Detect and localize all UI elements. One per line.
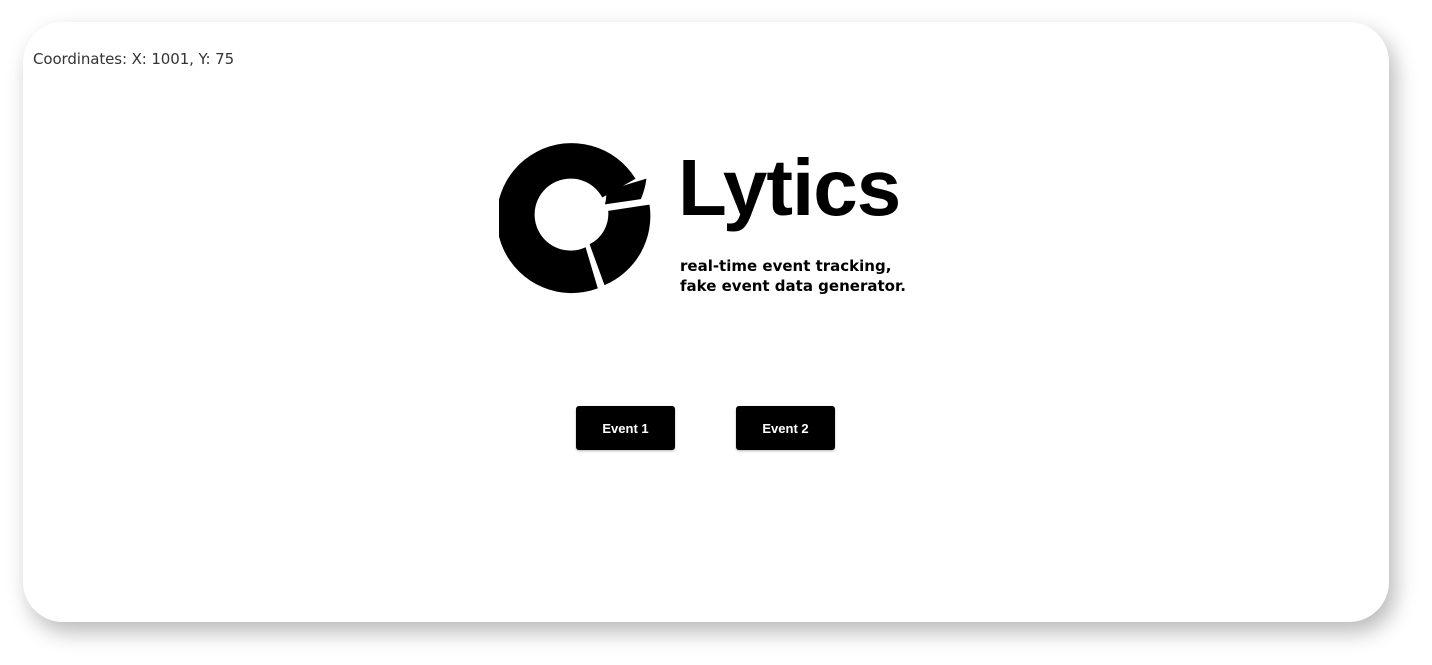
tagline-line-2: fake event data generator. (680, 277, 906, 295)
donut-chart-icon (499, 143, 651, 294)
event-2-button[interactable]: Event 2 (736, 406, 835, 450)
event-1-button[interactable]: Event 1 (576, 406, 675, 450)
brand-title: Lytics (678, 143, 901, 232)
coordinates-readout: Coordinates: X: 1001, Y: 75 (33, 50, 235, 68)
logo-segment-lower (589, 204, 651, 286)
brand-tagline: real-time event tracking, fake event dat… (680, 256, 906, 296)
app-window: Coordinates: X: 1001, Y: 75 Lytics real-… (23, 22, 1389, 622)
tagline-line-1: real-time event tracking, (680, 257, 892, 275)
